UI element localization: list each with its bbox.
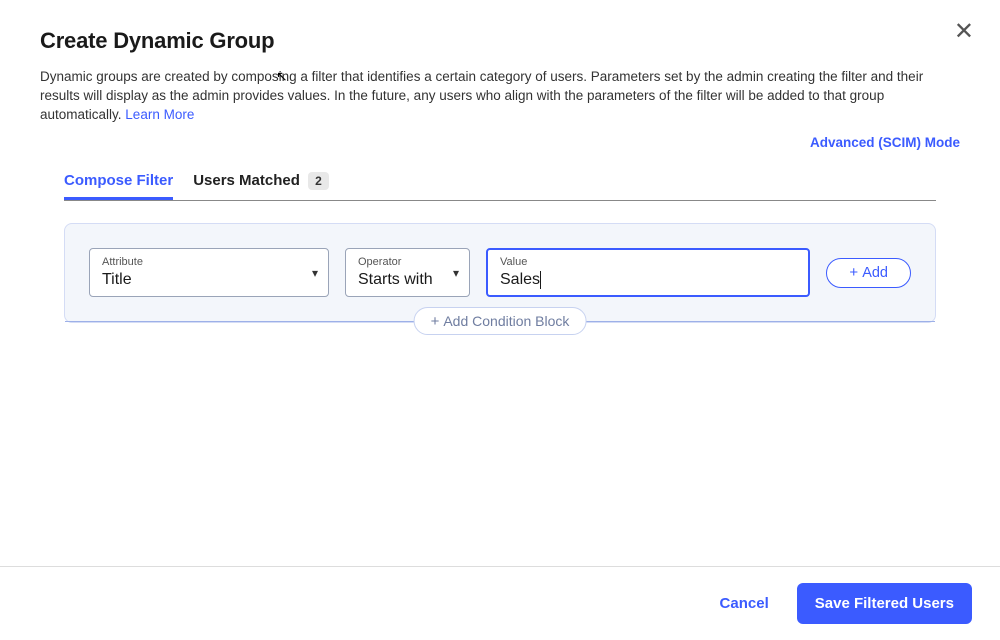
plus-icon: +: [431, 314, 440, 329]
modal-description: Dynamic groups are created by composing …: [40, 68, 960, 125]
operator-select[interactable]: Operator Starts with ▾: [345, 248, 470, 298]
learn-more-link[interactable]: Learn More: [125, 107, 194, 122]
add-condition-block-button[interactable]: + Add Condition Block: [414, 307, 587, 335]
tab-bar: Compose Filter Users Matched 2: [64, 164, 936, 201]
save-button[interactable]: Save Filtered Users: [797, 583, 972, 624]
cancel-button[interactable]: Cancel: [710, 587, 779, 620]
operator-value: Starts with: [358, 270, 433, 291]
tab-compose-filter[interactable]: Compose Filter: [64, 164, 173, 199]
plus-icon: +: [849, 265, 858, 280]
tab-users-matched[interactable]: Users Matched 2: [193, 164, 329, 200]
operator-label: Operator: [358, 257, 433, 268]
attribute-label: Attribute: [102, 257, 292, 268]
condition-row: Attribute Title ▾ Operator Starts with ▾…: [89, 248, 911, 298]
value-label: Value: [500, 257, 796, 268]
text-cursor: [540, 271, 541, 290]
modal-title: Create Dynamic Group: [40, 28, 960, 54]
attribute-select[interactable]: Attribute Title ▾: [89, 248, 329, 298]
modal-footer: Cancel Save Filtered Users: [0, 566, 1000, 640]
create-dynamic-group-modal: ✕ Create Dynamic Group Dynamic groups ar…: [0, 0, 1000, 640]
advanced-mode-link[interactable]: Advanced (SCIM) Mode: [40, 135, 960, 150]
close-icon[interactable]: ✕: [954, 20, 974, 44]
attribute-value: Title: [102, 270, 292, 291]
value-input[interactable]: Sales: [500, 271, 540, 288]
value-input-wrapper[interactable]: Value Sales: [486, 248, 810, 298]
users-matched-count-badge: 2: [308, 172, 329, 190]
caret-down-icon: ▾: [453, 266, 459, 280]
condition-block: Attribute Title ▾ Operator Starts with ▾…: [64, 223, 936, 324]
caret-down-icon: ▾: [312, 266, 318, 280]
add-condition-button[interactable]: + Add: [826, 258, 911, 288]
